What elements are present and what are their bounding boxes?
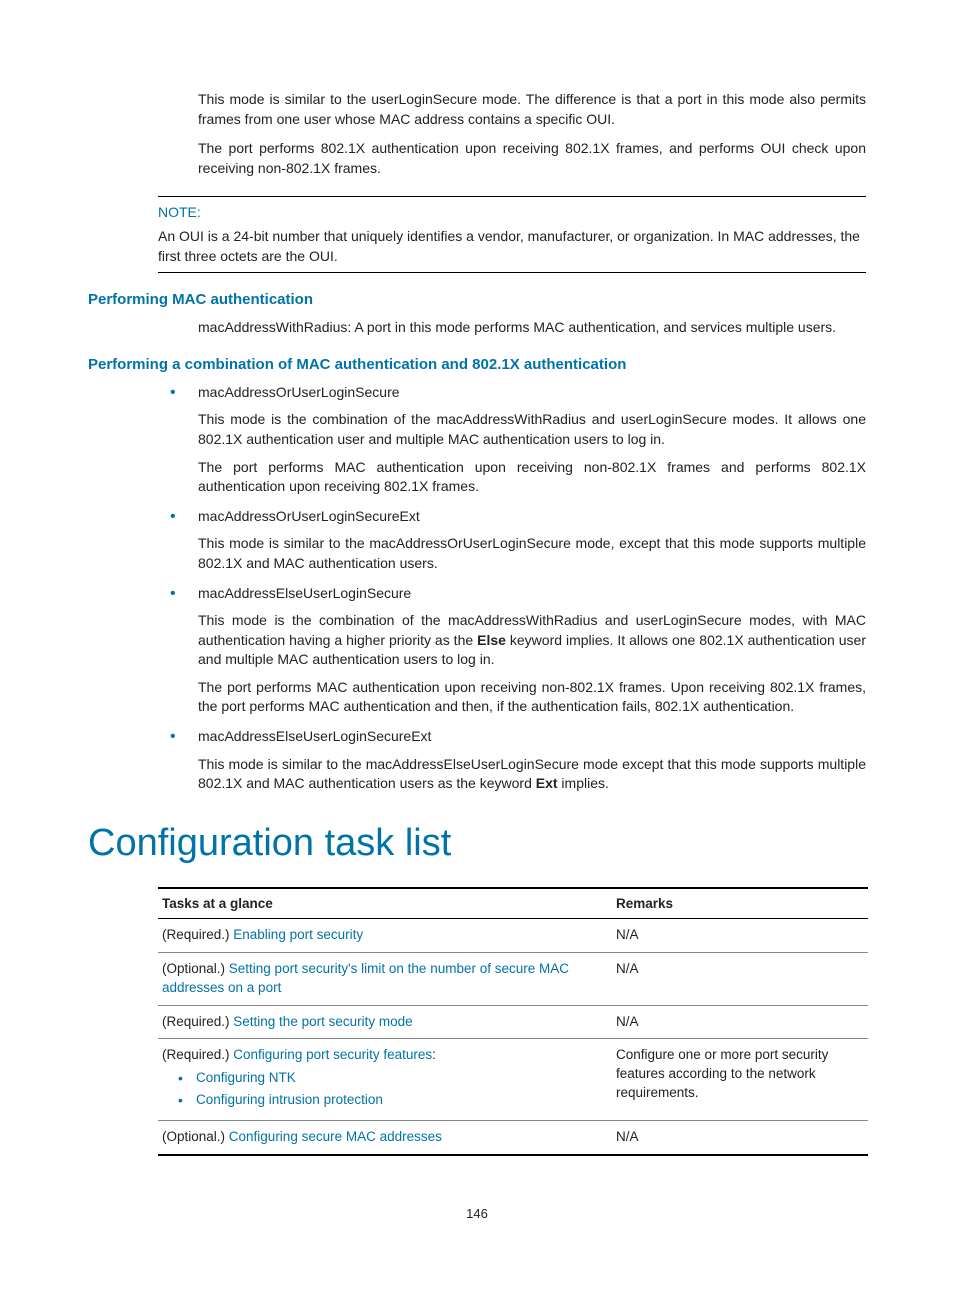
note-label: NOTE: — [158, 203, 866, 223]
combo-list: macAddressOrUserLoginSecure This mode is… — [158, 383, 866, 794]
intro-paragraph-1: This mode is similar to the userLoginSec… — [198, 90, 866, 129]
document-page: This mode is similar to the userLoginSec… — [0, 0, 954, 1271]
heading-mac-auth: Performing MAC authentication — [88, 291, 866, 308]
intro-paragraph-2: The port performs 802.1X authentication … — [198, 139, 866, 178]
table-row: (Required.) Enabling port security N/A — [158, 918, 868, 952]
note-block: NOTE: An OUI is a 24-bit number that uni… — [158, 196, 866, 273]
list-item: macAddressElseUserLoginSecureExt This mo… — [158, 727, 866, 794]
mode-title: macAddressElseUserLoginSecureExt — [198, 727, 866, 747]
list-item: Configuring intrusion protection — [178, 1091, 602, 1110]
task-table: Tasks at a glance Remarks (Required.) En… — [158, 887, 868, 1156]
list-item: macAddressOrUserLoginSecureExt This mode… — [158, 507, 866, 574]
mode-title: macAddressElseUserLoginSecure — [198, 584, 866, 604]
mode-desc: The port performs MAC authentication upo… — [198, 678, 866, 717]
mode-desc: This mode is similar to the macAddressOr… — [198, 534, 866, 573]
heading-combo: Performing a combination of MAC authenti… — [88, 356, 866, 373]
table-row: (Required.) Setting the port security mo… — [158, 1005, 868, 1039]
th-remarks: Remarks — [612, 888, 868, 919]
mode-title: macAddressOrUserLoginSecure — [198, 383, 866, 403]
table-row: (Required.) Configuring port security fe… — [158, 1039, 868, 1121]
list-item: macAddressElseUserLoginSecure This mode … — [158, 584, 866, 718]
list-item: Configuring NTK — [178, 1069, 602, 1088]
section-title: Configuration task list — [88, 822, 866, 865]
list-item: macAddressOrUserLoginSecure This mode is… — [158, 383, 866, 497]
mode-desc: This mode is the combination of the macA… — [198, 410, 866, 449]
mode-title: macAddressOrUserLoginSecureExt — [198, 507, 866, 527]
mac-auth-body: macAddressWithRadius: A port in this mod… — [198, 318, 866, 338]
table-row: (Optional.) Setting port security's limi… — [158, 952, 868, 1005]
th-tasks: Tasks at a glance — [158, 888, 612, 919]
table-row: (Optional.) Configuring secure MAC addre… — [158, 1121, 868, 1155]
link-configuring-ntk[interactable]: Configuring NTK — [196, 1070, 296, 1085]
mode-desc: The port performs MAC authentication upo… — [198, 458, 866, 497]
page-number: 146 — [88, 1206, 866, 1221]
link-configuring-intrusion[interactable]: Configuring intrusion protection — [196, 1092, 383, 1107]
link-configuring-features[interactable]: Configuring port security features — [233, 1047, 432, 1062]
link-enabling-port-security[interactable]: Enabling port security — [233, 927, 363, 942]
mode-desc: This mode is similar to the macAddressEl… — [198, 755, 866, 794]
note-body: An OUI is a 24-bit number that uniquely … — [158, 227, 866, 266]
link-setting-mode[interactable]: Setting the port security mode — [233, 1014, 412, 1029]
intro-block: This mode is similar to the userLoginSec… — [198, 90, 866, 178]
mode-desc: This mode is the combination of the macA… — [198, 611, 866, 670]
link-configuring-secure-mac[interactable]: Configuring secure MAC addresses — [229, 1129, 442, 1144]
sub-list: Configuring NTK Configuring intrusion pr… — [178, 1069, 602, 1110]
